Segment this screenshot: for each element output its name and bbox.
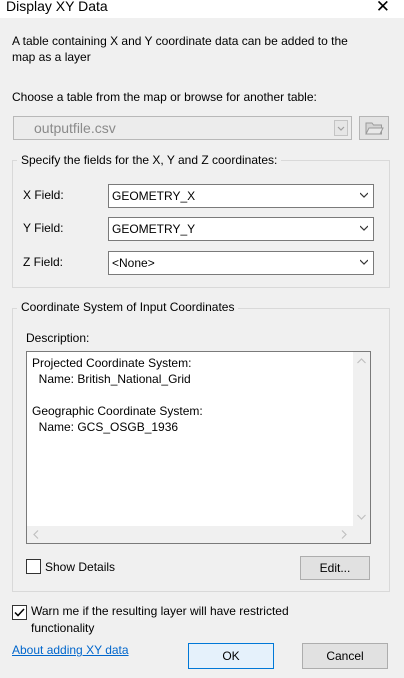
ok-button[interactable]: OK — [188, 643, 274, 669]
chevron-down-icon — [360, 225, 368, 231]
chevron-down-icon — [334, 120, 348, 136]
description-line: Geographic Coordinate System: — [32, 404, 203, 418]
description-label: Description: — [26, 331, 90, 345]
scrollbar-corner — [353, 526, 370, 543]
close-icon[interactable]: ✕ — [376, 0, 390, 17]
y-field-select[interactable]: GEOMETRY_Y — [108, 217, 374, 241]
chevron-down-icon — [360, 259, 368, 265]
table-chooser-label: Choose a table from the map or browse fo… — [12, 90, 317, 104]
warn-label-line1: Warn me if the resulting layer will have… — [31, 604, 289, 618]
description-line: Name: GCS_OSGB_1936 — [32, 420, 179, 434]
edit-button[interactable]: Edit... — [300, 556, 370, 580]
show-details-checkbox[interactable] — [26, 559, 41, 574]
x-field-select[interactable]: GEOMETRY_X — [108, 184, 374, 208]
z-field-value: <None> — [112, 256, 155, 270]
coordinate-system-group-label: Coordinate System of Input Coordinates — [17, 300, 239, 314]
x-field-label: X Field: — [23, 188, 64, 202]
about-xy-data-link[interactable]: About adding XY data — [12, 643, 129, 657]
intro-text-line2: map as a layer — [12, 50, 91, 64]
description-line: Projected Coordinate System: — [32, 356, 192, 370]
table-select-value: outputfile.csv — [34, 120, 116, 136]
warn-checkbox[interactable] — [12, 605, 27, 620]
browse-folder-button[interactable] — [359, 116, 389, 140]
z-field-label: Z Field: — [23, 255, 64, 269]
open-folder-icon — [365, 122, 384, 135]
warn-label-line2: functionality — [31, 621, 95, 635]
scroll-up-icon[interactable] — [357, 358, 366, 364]
description-line: Name: British_National_Grid — [32, 372, 191, 386]
description-textbox[interactable]: Projected Coordinate System: Name: Briti… — [26, 351, 371, 544]
chevron-down-icon — [360, 192, 368, 198]
fields-group-label: Specify the fields for the X, Y and Z co… — [17, 153, 282, 167]
intro-text-line1: A table containing X and Y coordinate da… — [12, 34, 348, 48]
scroll-right-icon[interactable] — [341, 530, 347, 539]
title-bar: Display XY Data ✕ — [0, 0, 404, 18]
y-field-value: GEOMETRY_Y — [112, 222, 196, 236]
window-title: Display XY Data — [6, 0, 108, 14]
cancel-button[interactable]: Cancel — [302, 643, 388, 669]
vertical-scrollbar[interactable] — [353, 352, 370, 526]
table-select[interactable]: outputfile.csv — [13, 116, 352, 140]
x-field-value: GEOMETRY_X — [112, 189, 196, 203]
z-field-select[interactable]: <None> — [108, 251, 374, 275]
horizontal-scrollbar[interactable] — [27, 526, 353, 543]
scroll-down-icon[interactable] — [357, 514, 366, 520]
show-details-label: Show Details — [45, 560, 116, 574]
y-field-label: Y Field: — [23, 221, 64, 235]
scroll-left-icon[interactable] — [33, 530, 39, 539]
checkmark-icon — [14, 608, 25, 617]
